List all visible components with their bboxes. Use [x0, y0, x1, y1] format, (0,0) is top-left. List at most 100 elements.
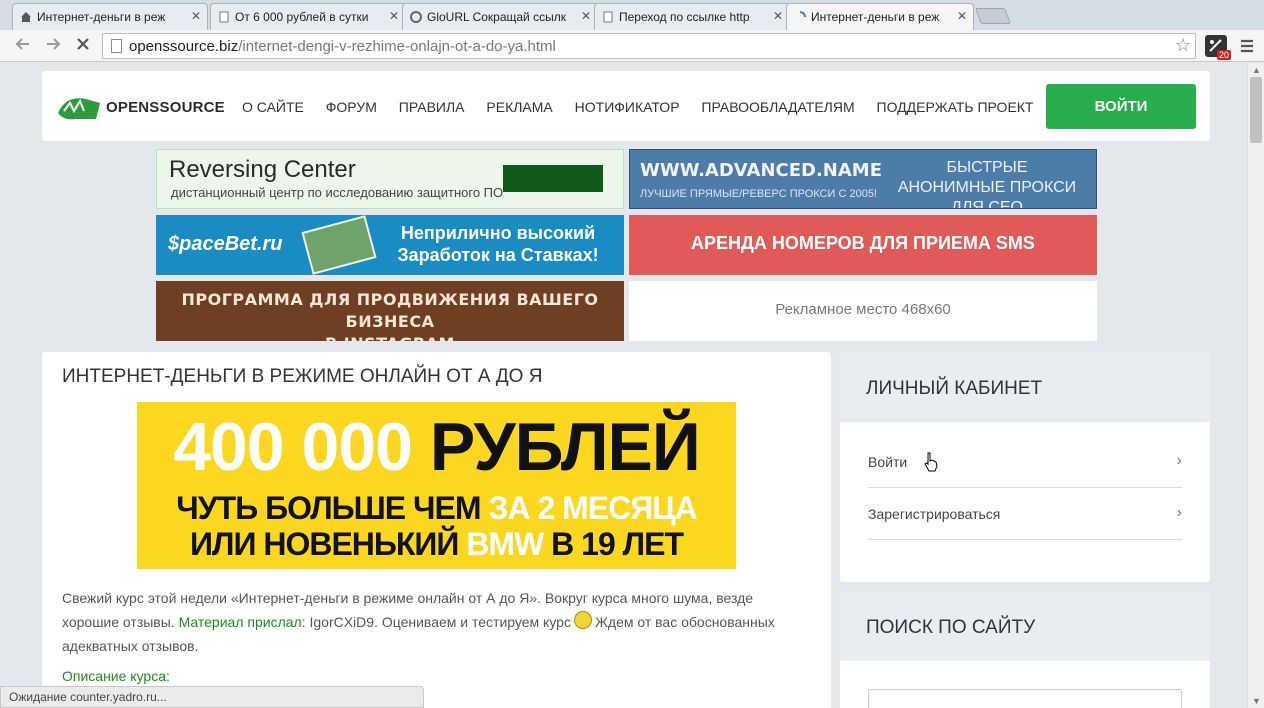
- promo-text: ИЛИ НОВЕНЬКИЙ: [189, 526, 459, 562]
- close-icon[interactable]: ✕: [957, 9, 967, 23]
- scroll-down-icon[interactable]: ▼: [1252, 696, 1261, 706]
- banner-domain: WWW.ADVANCED.NAME: [640, 160, 882, 181]
- banner-brand: $paceBet.ru: [168, 233, 283, 255]
- browser-toolbar: openssource.biz/internet-dengi-v-rezhime…: [0, 30, 1264, 62]
- banner-subtitle: дистанционный центр по исследованию защи…: [171, 185, 504, 200]
- promo-line-1: 400 000 РУБЛЕЙ: [137, 408, 736, 486]
- banner-line-2: В INSTAGRAM: [156, 333, 624, 341]
- banner-reversing-center[interactable]: Reversing Center дистанционный центр по …: [156, 149, 624, 209]
- banner-line-1: ПРОГРАММА ДЛЯ ПРОДВИЖЕНИЯ ВАШЕГО БИЗНЕСА: [181, 290, 599, 331]
- site-header: OPENSSOURCE О САЙТЕ ФОРУМ ПРАВИЛА РЕКЛАМ…: [42, 71, 1210, 141]
- back-button[interactable]: [12, 35, 34, 57]
- banner-spacebet[interactable]: $paceBet.ru Неприлично высокий Заработок…: [156, 215, 624, 275]
- banner-advanced-name[interactable]: WWW.ADVANCED.NAME ЛУЧШИЕ ПРЯМЫЕ/РЕВЕРС П…: [629, 149, 1097, 209]
- nav-ads[interactable]: РЕКЛАМА: [486, 99, 552, 115]
- hamburger-icon: [1241, 39, 1253, 53]
- url-host: openssource.biz: [129, 38, 239, 55]
- star-icon[interactable]: ☆: [1175, 35, 1191, 56]
- logo-icon: [58, 98, 100, 120]
- article-text: Оцениваем и тестируем курс: [381, 614, 571, 630]
- logo-text: OPENSSOURCE: [106, 99, 225, 116]
- nav-about[interactable]: О САЙТЕ: [242, 99, 304, 115]
- promo-line-3: ИЛИ НОВЕНЬКИЙ BMW В 19 ЛЕТ: [137, 526, 736, 563]
- nav-support[interactable]: ПОДДЕРЖАТЬ ПРОЕКТ: [877, 99, 1034, 115]
- banner-slogan: Неприлично высокий Заработок на Ставках!: [397, 223, 599, 265]
- extension-button[interactable]: 20: [1205, 35, 1231, 60]
- close-icon[interactable]: ✕: [773, 9, 783, 23]
- extension-badge: 20: [1216, 50, 1231, 60]
- link-label: Войти: [868, 454, 908, 470]
- banner-instagram[interactable]: ПРОГРАММА ДЛЯ ПРОДВИЖЕНИЯ ВАШЕГО БИЗНЕСА…: [156, 281, 624, 341]
- close-icon[interactable]: ✕: [191, 9, 201, 23]
- address-bar[interactable]: openssource.biz/internet-dengi-v-rezhime…: [102, 33, 1196, 59]
- chrome-menu-button[interactable]: [1238, 35, 1256, 57]
- banner-sms-rent[interactable]: АРЕНДА НОМЕРОВ ДЛЯ ПРИЕМА SMS: [629, 215, 1097, 275]
- tab-title: Переход по ссылке http: [619, 10, 750, 24]
- article-title: ИНТЕРНЕТ-ДЕНЬГИ В РЕЖИМЕ ОНЛАЙН ОТ А ДО …: [62, 366, 543, 387]
- page-viewport: OPENSSOURCE О САЙТЕ ФОРУМ ПРАВИЛА РЕКЛАМ…: [0, 63, 1247, 708]
- promo-highlight: ЗА 2 МЕСЯЦА: [488, 490, 697, 526]
- course-description-heading: Описание курса:: [62, 668, 170, 684]
- tab-title: GloURL Сокращай ссылк: [427, 10, 566, 24]
- ad-slot-text: Рекламное место 468x60: [775, 301, 951, 318]
- chevron-right-icon: ›: [1176, 452, 1182, 469]
- forward-button[interactable]: [42, 35, 64, 57]
- tab-title: Интернет-деньги в реж: [811, 10, 940, 24]
- status-bar: Ожидание counter.yadro.ru...: [0, 686, 424, 708]
- panel-title: ЛИЧНЫЙ КАБИНЕТ: [840, 352, 1210, 422]
- chevron-right-icon: ›: [1176, 504, 1182, 521]
- browser-tab-5-active[interactable]: Интернет-деньги в реж ✕: [786, 3, 974, 30]
- sidebar-register-link[interactable]: Зарегистрироваться ›: [868, 488, 1182, 540]
- sidebar-login-link[interactable]: Войти ›: [868, 436, 1182, 488]
- banner-right-text: БЫСТРЫЕ АНОНИМНЫЕ ПРОКСИ ДЛЯ СЕО: [897, 159, 1077, 209]
- browser-tab-3[interactable]: GloURL Сокращай ссылк ✕: [402, 3, 598, 30]
- nav-notifier[interactable]: НОТИФИКАТОР: [575, 99, 680, 115]
- browser-tab-4[interactable]: Переход по ссылке http ✕: [594, 3, 790, 30]
- g-icon: [410, 11, 422, 23]
- hand-cursor-icon: [924, 452, 938, 472]
- close-icon: [77, 38, 89, 50]
- tab-title: Интернет-деньги в реж: [37, 10, 166, 24]
- banner-tagline: ЛУЧШИЕ ПРЯМЫЕ/РЕВЕРС ПРОКСИ С 2005!: [640, 188, 877, 200]
- sender-name[interactable]: IgorCXiD9.: [309, 614, 377, 630]
- home-icon: [20, 11, 32, 23]
- main-nav: О САЙТЕ ФОРУМ ПРАВИЛА РЕКЛАМА НОТИФИКАТО…: [242, 99, 1051, 115]
- browser-tab-1[interactable]: Интернет-деньги в реж ✕: [12, 3, 208, 30]
- stop-button[interactable]: [72, 35, 94, 57]
- nav-forum[interactable]: ФОРУМ: [326, 99, 377, 115]
- banner-text: ПРОГРАММА ДЛЯ ПРОДВИЖЕНИЯ ВАШЕГО БИЗНЕСА…: [156, 289, 624, 341]
- page-icon: [602, 11, 614, 23]
- promo-currency: РУБЛЕЙ: [429, 409, 701, 485]
- search-input[interactable]: [868, 689, 1182, 708]
- new-tab-button[interactable]: [975, 8, 1011, 24]
- browser-tab-2[interactable]: От 6 000 рублей в сутки ✕: [210, 3, 406, 30]
- smiley-icon: [573, 611, 592, 629]
- promo-image: 400 000 РУБЛЕЙ ЧУТЬ БОЛЬШЕ ЧЕМ ЗА 2 МЕСЯ…: [137, 402, 736, 569]
- scrollbar-thumb[interactable]: [1250, 77, 1262, 143]
- login-button[interactable]: ВОЙТИ: [1046, 84, 1196, 129]
- tab-title: От 6 000 рублей в сутки: [235, 10, 369, 24]
- promo-text: В 19 ЛЕТ: [551, 526, 684, 562]
- promo-highlight: BMW: [466, 526, 544, 562]
- article-body: Свежий курс этой недели «Интернет-деньги…: [62, 586, 812, 658]
- page-icon: [111, 39, 122, 53]
- panel-title: ПОИСК ПО САЙТУ: [840, 591, 1210, 661]
- loading-spinner-icon: [794, 11, 806, 23]
- url-path: /internet-dengi-v-rezhime-onlajn-ot-a-do…: [238, 38, 556, 55]
- banner-ad-slot[interactable]: Рекламное место 468x60: [629, 281, 1097, 341]
- banner-title: Reversing Center: [169, 156, 356, 183]
- browser-tab-strip: Интернет-деньги в реж ✕ От 6 000 рублей …: [0, 0, 1264, 30]
- nav-copyright[interactable]: ПРАВООБЛАДАТЕЛЯМ: [701, 99, 854, 115]
- money-icon: [301, 215, 377, 275]
- close-icon[interactable]: ✕: [389, 9, 399, 23]
- close-icon[interactable]: ✕: [581, 9, 591, 23]
- nav-rules[interactable]: ПРАВИЛА: [399, 99, 465, 115]
- banner-button: [503, 165, 603, 192]
- banner-text: АРЕНДА НОМЕРОВ ДЛЯ ПРИЕМА SMS: [691, 233, 1035, 253]
- site-logo[interactable]: OPENSSOURCE: [56, 93, 226, 123]
- page-scrollbar[interactable]: ▲ ▼: [1247, 63, 1264, 708]
- article-card: ИНТЕРНЕТ-ДЕНЬГИ В РЕЖИМЕ ОНЛАЙН ОТ А ДО …: [42, 352, 831, 708]
- page-icon: [218, 11, 230, 23]
- link-label: Зарегистрироваться: [868, 506, 1001, 522]
- scroll-up-icon[interactable]: ▲: [1252, 65, 1261, 75]
